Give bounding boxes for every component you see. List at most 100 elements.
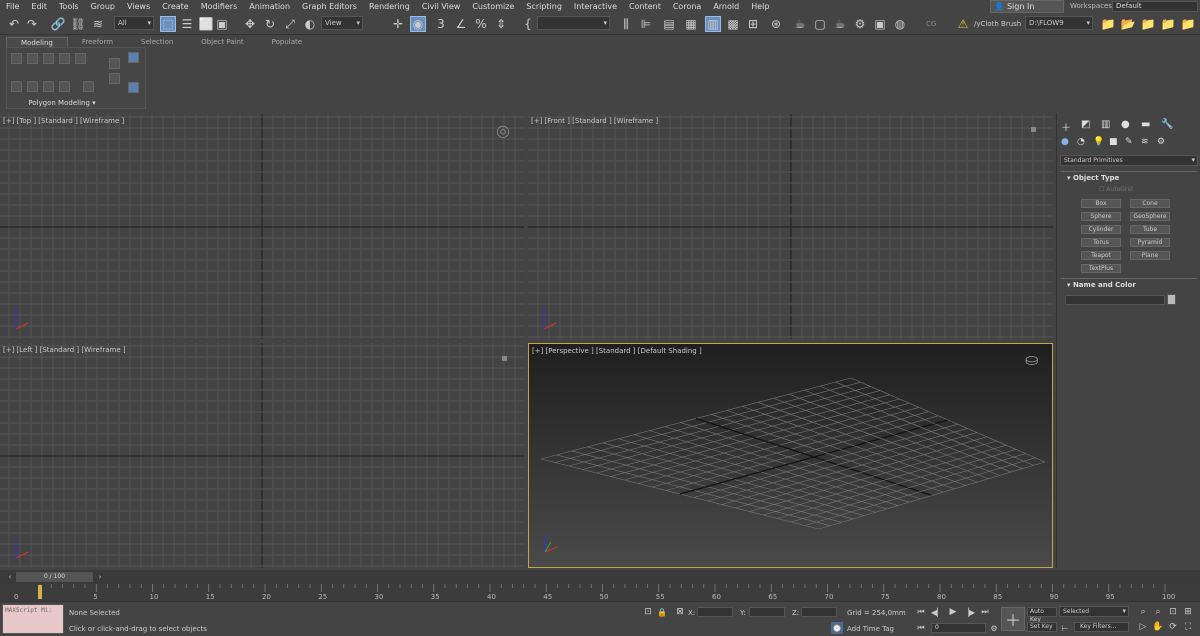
menu-item-modifiers[interactable]: Modifiers (195, 0, 244, 13)
zoom-icon[interactable]: ⌕ (1137, 606, 1149, 618)
object-button-teapot[interactable]: Teapot (1081, 251, 1121, 260)
scale-icon[interactable]: ⤢ (282, 16, 298, 32)
menu-item-create[interactable]: Create (156, 0, 195, 13)
menu-item-views[interactable]: Views (121, 0, 156, 13)
viewport-perspective-label[interactable]: [+] [Perspective ] [Standard ] [Default … (532, 347, 702, 355)
auto-key-button[interactable]: Auto Key (1027, 607, 1057, 623)
orbit-icon[interactable]: ⟳ (1167, 621, 1179, 633)
object-button-plane[interactable]: Plane (1130, 251, 1170, 260)
key-filters-button[interactable]: Key Filters... (1074, 622, 1129, 632)
polygon-modeling-label[interactable]: Polygon Modeling ▾ (7, 99, 117, 107)
viewport-perspective[interactable]: [+] [Perspective ] [Standard ] [Default … (528, 343, 1053, 568)
object-name-field[interactable] (1065, 295, 1165, 305)
create-tab-icon[interactable]: ＋ (1061, 119, 1071, 134)
menu-item-group[interactable]: Group (85, 0, 121, 13)
viewport-top[interactable]: [+] [Top ] [Standard ] [Wireframe ] ◎ (0, 114, 524, 339)
manipulate-icon[interactable]: ◉ (410, 16, 426, 32)
autogrid-checkbox[interactable]: ☐ AutoGrid (1099, 186, 1133, 193)
key-mode-icon[interactable]: ⏮ (915, 622, 927, 634)
object-button-tube[interactable]: Tube (1130, 225, 1170, 234)
ribbon-toggle-icon[interactable]: ▥ (705, 16, 721, 32)
ribbon-tool-icon[interactable] (27, 53, 38, 64)
menu-item-arnold[interactable]: Arnold (707, 0, 745, 13)
ribbon-tool-icon[interactable] (11, 53, 22, 64)
maximize-viewport-icon[interactable]: ⛶ (1182, 621, 1194, 633)
angle-snap-icon[interactable]: ∠ (453, 16, 469, 32)
category-dropdown[interactable]: Standard Primitives (1060, 155, 1198, 166)
object-button-cylinder[interactable]: Cylinder (1081, 225, 1121, 234)
viewcube-icon[interactable]: ▪ (1030, 124, 1037, 135)
object-button-pyramid[interactable]: Pyramid (1130, 238, 1170, 247)
zoom-all-icon[interactable]: ⌕ (1152, 606, 1164, 618)
viewcube-icon[interactable]: ▪ (501, 353, 508, 364)
prev-frame-arrow-icon[interactable]: ‹ (5, 571, 15, 582)
maxscript-listener[interactable]: MAXScript Mi: (2, 604, 64, 634)
y-coordinate-field[interactable] (749, 607, 785, 617)
menu-item-civil-view[interactable]: Civil View (416, 0, 467, 13)
modify-tab-icon[interactable]: ◩ (1081, 119, 1090, 130)
menu-item-file[interactable]: File (0, 0, 25, 13)
ribbon-tab-freeform[interactable]: Freeform (68, 37, 127, 47)
track-bar[interactable]: 0 5 10 15 20 25 30 35 40 45 50 55 60 65 70 75 80 85 90 95 10… (0, 584, 1200, 601)
lights-icon[interactable]: 💡 (1093, 137, 1104, 147)
menu-item-customize[interactable]: Customize (466, 0, 520, 13)
hierarchy-tab-icon[interactable]: ▥ (1101, 119, 1110, 130)
display-tab-icon[interactable]: ▬ (1141, 119, 1150, 130)
link-icon[interactable]: 🔗 (50, 16, 66, 32)
snaps-toggle-icon[interactable]: 3 (433, 16, 449, 32)
save-folder-icon[interactable]: 📁 (1140, 16, 1156, 32)
window-crossing-icon[interactable]: ▣ (214, 16, 230, 32)
viewport-top-label[interactable]: [+] [Top ] [Standard ] [Wireframe ] (3, 117, 124, 125)
open-file-icon[interactable]: 📂 (1120, 16, 1136, 32)
ribbon-tool-icon[interactable] (128, 82, 139, 93)
ribbon-tab-object-paint[interactable]: Object Paint (187, 37, 257, 47)
z-coordinate-field[interactable] (801, 607, 837, 617)
menu-item-rendering[interactable]: Rendering (363, 0, 416, 13)
ribbon-tool-icon[interactable] (83, 81, 94, 92)
time-tag-icon[interactable]: ⌚ (831, 622, 843, 634)
unlink-icon[interactable]: ⛓ (70, 16, 86, 32)
layer-explorer-icon[interactable]: ▦ (683, 16, 699, 32)
sign-in-button[interactable]: 👤 Sign In (990, 0, 1064, 13)
play-icon[interactable]: ▶ (947, 606, 959, 618)
corona-qr-icon[interactable]: ◍ (892, 16, 908, 32)
viewcube-icon[interactable]: ⛀ (1025, 350, 1038, 369)
key-filter-icon[interactable]: ⊢ (1059, 622, 1071, 634)
isolate-selection-icon[interactable]: ⊡ (642, 606, 654, 618)
ribbon-tool-icon[interactable] (75, 53, 86, 64)
menu-item-corona[interactable]: Corona (667, 0, 707, 13)
menu-item-help[interactable]: Help (745, 0, 775, 13)
folder-extra-icon[interactable]: 📁 (1180, 16, 1196, 32)
object-button-torus[interactable]: Torus (1081, 238, 1121, 247)
shapes-icon[interactable]: ◔ (1077, 137, 1085, 147)
current-frame-field[interactable]: 0 (931, 623, 986, 633)
align-icon[interactable]: ⊫ (638, 16, 654, 32)
ribbon-tool-icon[interactable] (43, 81, 54, 92)
ribbon-tool-icon[interactable] (11, 81, 22, 92)
object-button-box[interactable]: Box (1081, 199, 1121, 208)
systems-icon[interactable]: ⚙ (1157, 137, 1165, 147)
menu-item-animation[interactable]: Animation (243, 0, 296, 13)
object-color-swatch[interactable] (1167, 294, 1176, 305)
spinner-snap-icon[interactable]: ⇕ (493, 16, 509, 32)
mirror-icon[interactable]: ⫼ (618, 16, 634, 32)
viewport-left[interactable]: [+] [Left ] [Standard ] [Wireframe ] ▪ (0, 343, 524, 568)
named-selection-sets-dropdown[interactable] (537, 16, 610, 30)
helpers-icon[interactable]: ✎ (1125, 137, 1133, 147)
ribbon-tool-icon[interactable] (109, 58, 120, 69)
menu-item-tools[interactable]: Tools (53, 0, 85, 13)
object-button-cone[interactable]: Cone (1130, 199, 1170, 208)
menu-item-interactive[interactable]: Interactive (568, 0, 623, 13)
placement-icon[interactable]: ◐ (302, 16, 318, 32)
folder-icon[interactable]: 📁 (1160, 16, 1176, 32)
material-editor-icon[interactable]: ⊛ (768, 16, 784, 32)
object-button-sphere[interactable]: Sphere (1081, 212, 1121, 221)
zoom-extents-all-icon[interactable]: ⊞ (1182, 606, 1194, 618)
next-key-icon[interactable]: ▕▶ (963, 606, 975, 618)
absolute-mode-icon[interactable]: ⊠ (674, 606, 686, 618)
render-active-icon[interactable]: ▣ (872, 16, 888, 32)
selection-lock-icon[interactable]: 🔒 (656, 606, 668, 618)
zoom-extents-icon[interactable]: ⊡ (1167, 606, 1179, 618)
menu-item-edit[interactable]: Edit (25, 0, 53, 13)
select-by-name-icon[interactable]: ☰ (179, 16, 195, 32)
